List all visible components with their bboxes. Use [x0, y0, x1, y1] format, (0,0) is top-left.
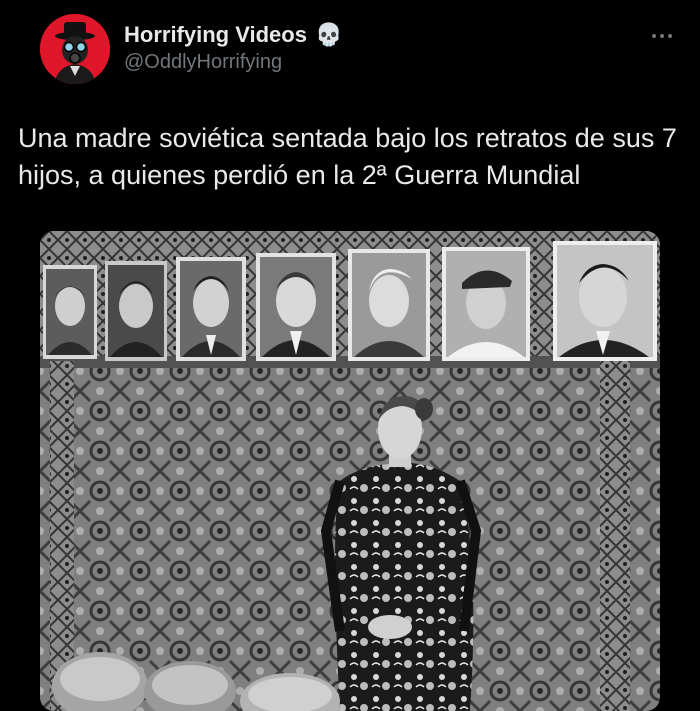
tweet-header: Horrifying Videos 💀 @OddlyHorrifying [40, 12, 680, 84]
tweet-photo[interactable] [40, 231, 660, 711]
portrait-6 [442, 247, 530, 361]
portrait-2 [105, 261, 167, 361]
avatar[interactable] [40, 14, 110, 84]
portrait-3 [176, 257, 246, 361]
portrait-4 [256, 253, 336, 361]
portrait-1 [43, 265, 97, 359]
more-dot [652, 34, 656, 38]
skull-icon: 💀 [314, 22, 343, 47]
more-dot [668, 34, 672, 38]
author-names: Horrifying Videos 💀 @OddlyHorrifying [124, 22, 342, 76]
photo-mother-and-portraits [40, 231, 660, 711]
more-options-icon[interactable] [644, 26, 680, 46]
tweet-text: Una madre soviética sentada bajo los ret… [18, 123, 677, 190]
author-display-name-row[interactable]: Horrifying Videos 💀 [124, 22, 342, 48]
author-display-name[interactable]: Horrifying Videos [124, 22, 307, 48]
portrait-5 [348, 249, 430, 361]
gas-mask-figure-icon [40, 14, 110, 84]
more-dot [660, 34, 664, 38]
author-handle[interactable]: @OddlyHorrifying [124, 48, 342, 76]
portrait-7 [553, 241, 657, 361]
